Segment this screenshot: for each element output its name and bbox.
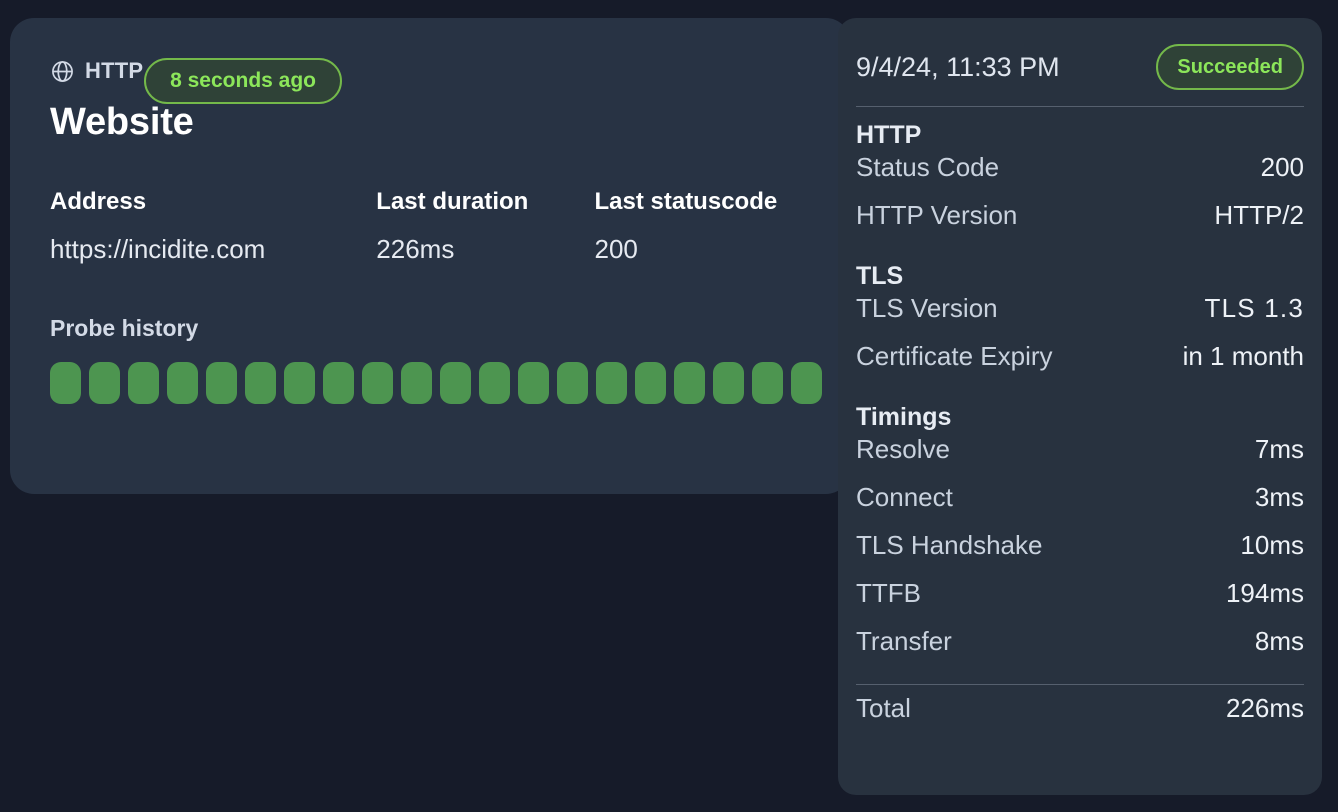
probe-history-chart: [50, 361, 850, 404]
detail-row: TLS Handshake 10ms: [856, 530, 1304, 578]
detail-row: TTFB 194ms: [856, 578, 1304, 626]
probe-bar[interactable]: [362, 361, 393, 404]
detail-row: HTTP Version HTTP/2: [856, 200, 1304, 248]
detail-row-key: TLS Version: [856, 293, 998, 323]
total-row: Total 226ms: [856, 693, 1304, 741]
detail-row-value: 3ms: [1254, 482, 1304, 512]
stat-address-value: https://incidite.com: [50, 233, 266, 264]
probe-bar[interactable]: [713, 361, 744, 404]
monitor-stats: Address https://incidite.com Last durati…: [50, 188, 850, 265]
stat-last-duration-label: Last duration: [376, 187, 529, 215]
probe-bar[interactable]: [518, 361, 549, 404]
detail-row-key: TTFB: [856, 578, 921, 608]
last-check-badge[interactable]: 8 seconds ago: [144, 58, 342, 104]
probe-bar[interactable]: [440, 361, 471, 404]
detail-row-key: Transfer: [856, 626, 952, 656]
detail-row-key: HTTP Version: [856, 200, 1018, 230]
stat-address-label: Address: [50, 187, 147, 215]
protocol-label: HTTP: [85, 58, 144, 83]
detail-row: Connect 3ms: [856, 482, 1304, 530]
probe-bar[interactable]: [674, 361, 705, 404]
detail-row: Status Code 200: [856, 152, 1304, 200]
status-badge[interactable]: Succeeded: [1156, 44, 1304, 90]
detail-row-value: 7ms: [1254, 434, 1304, 464]
probe-detail-panel: 9/4/24, 11:33 PM Succeeded HTTP Status Co…: [838, 18, 1322, 795]
probe-bar[interactable]: [284, 361, 315, 404]
detail-row: Transfer 8ms: [856, 626, 1304, 674]
detail-row-value: TLS 1.3: [1204, 293, 1304, 323]
probe-bar[interactable]: [791, 361, 822, 404]
probe-bar[interactable]: [401, 361, 432, 404]
stat-address: Address https://incidite.com: [50, 188, 376, 265]
probe-bar[interactable]: [128, 361, 159, 404]
probe-detail-header: 9/4/24, 11:33 PM Succeeded: [856, 40, 1304, 94]
probe-bar[interactable]: [167, 361, 198, 404]
stat-last-statuscode-label: Last statuscode: [594, 187, 778, 215]
probe-bar[interactable]: [245, 361, 276, 404]
probe-bar[interactable]: [635, 361, 666, 404]
detail-row: TLS Version TLS 1.3: [856, 293, 1304, 341]
total-label: Total: [856, 693, 911, 723]
detail-row-key: TLS Handshake: [856, 530, 1043, 560]
detail-row-value: 10ms: [1240, 530, 1304, 560]
stat-last-statuscode: Last statuscode 200: [594, 188, 850, 265]
probe-bar[interactable]: [50, 361, 81, 404]
probe-bar[interactable]: [557, 361, 588, 404]
detail-row-value: HTTP/2: [1214, 200, 1304, 230]
probe-bar[interactable]: [89, 361, 120, 404]
detail-row-key: Resolve: [856, 434, 950, 464]
detail-row-value: 194ms: [1225, 578, 1304, 608]
detail-row-value: 200: [1260, 152, 1304, 182]
app-screen: HTTP Website Address https://incidite.co…: [0, 0, 1338, 812]
section-title: HTTP: [856, 121, 922, 149]
probe-timestamp: 9/4/24, 11:33 PM: [856, 51, 1060, 82]
monitor-card[interactable]: HTTP Website Address https://incidite.co…: [10, 18, 850, 494]
probe-detail-content: 9/4/24, 11:33 PM Succeeded HTTP Status Co…: [856, 40, 1304, 741]
monitor-name: Website: [50, 101, 194, 143]
section-title: Timings: [856, 403, 952, 431]
detail-row: Resolve 7ms: [856, 434, 1304, 482]
stat-last-duration-value: 226ms: [376, 233, 455, 264]
globe-icon: [52, 60, 73, 82]
detail-row-value: 8ms: [1254, 626, 1304, 656]
detail-row-key: Status Code: [856, 152, 1000, 182]
stat-last-statuscode-value: 200: [594, 233, 638, 264]
probe-history-heading: Probe history: [50, 314, 199, 341]
detail-row-key: Connect: [856, 482, 953, 512]
detail-row-value: in 1 month: [1182, 341, 1304, 371]
header-divider: [856, 106, 1304, 107]
total-divider: [856, 684, 1304, 685]
probe-detail-sections: HTTP Status Code 200 HTTP Version HTTP/2 TLS T…: [856, 121, 1304, 674]
probe-bar[interactable]: [323, 361, 354, 404]
section-title: TLS: [856, 262, 904, 290]
probe-bar[interactable]: [752, 361, 783, 404]
probe-bar[interactable]: [206, 361, 237, 404]
detail-row: Certificate Expiry in 1 month: [856, 341, 1304, 389]
detail-row-key: Certificate Expiry: [856, 341, 1053, 371]
probe-bar[interactable]: [479, 361, 510, 404]
monitor-card-content: HTTP Website Address https://incidite.co…: [50, 54, 850, 494]
stat-last-duration: Last duration 226ms: [376, 188, 594, 265]
probe-bar[interactable]: [596, 361, 627, 404]
total-value: 226ms: [1225, 693, 1304, 723]
